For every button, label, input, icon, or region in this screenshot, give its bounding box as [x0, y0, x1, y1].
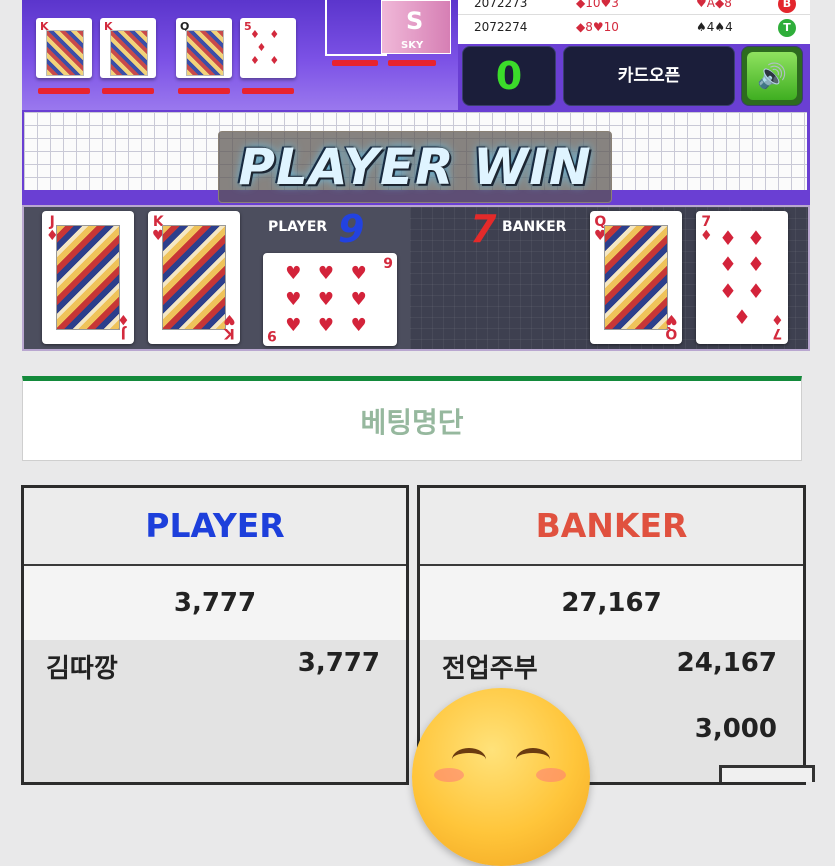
banker-result-badge: B — [778, 0, 796, 13]
table-card: K — [36, 18, 92, 78]
player-label: PLAYER — [268, 219, 328, 235]
pip-pattern: ♦ ♦ ♦ ♦ ♦ — [250, 28, 283, 67]
round-history: 2072273 ◆10♥3 ♥A◆8 B 2072274 ◆8♥10 ♠4♠4 … — [458, 0, 810, 44]
bettor-name: 김따깡 — [46, 654, 118, 684]
player-total: 3,777 — [24, 566, 406, 640]
player-bet-list: 김따깡 3,777 — [24, 640, 406, 782]
eye-icon — [452, 748, 486, 771]
card-slot-marker — [388, 60, 436, 66]
table-top: K K Q 5 ♦ ♦ ♦ ♦ ♦ S SKY — [22, 0, 458, 110]
table-card: Q — [176, 18, 232, 78]
player-card-jack: J ♦ J ♦ — [42, 211, 134, 344]
bettor-name: 전업주부 — [442, 654, 538, 684]
history-row: 2072273 ◆10♥3 ♥A◆8 B — [458, 0, 810, 14]
banker-card-queen: Q ♥ Q ♥ — [590, 211, 682, 344]
player-card-nine: 9 ♥ ♥ ♥ ♥ ♥ ♥ ♥ ♥ ♥ 9 — [263, 253, 397, 346]
betting-list-title: 베팅명단 — [360, 406, 464, 439]
banker-column-header: BANKER — [420, 488, 803, 566]
speaker-icon: 🔊 — [747, 52, 797, 100]
bet-amount: 24,167 — [676, 648, 777, 678]
banker-total: 27,167 — [420, 566, 803, 640]
bet-amount: 3,000 — [694, 714, 777, 744]
sound-toggle-button[interactable]: 🔊 — [741, 46, 803, 106]
banker-card-seven: 7 ♦ ♦ ♦ ♦ ♦ ♦ ♦ ♦ 7 ♦ — [696, 211, 788, 344]
player-bets-column: PLAYER 3,777 김따깡 3,777 — [21, 485, 409, 785]
card-slot-marker — [38, 88, 90, 94]
tie-result-badge: T — [778, 19, 796, 37]
card-slot-marker — [178, 88, 230, 94]
player-score: 9 — [338, 207, 365, 251]
court-face — [186, 30, 224, 76]
sky-card-back: S SKY — [381, 0, 451, 54]
card-shoe-outline — [325, 0, 387, 56]
player-side: J ♦ J ♦ K ♥ K ♥ 9 ♥ ♥ ♥ ♥ ♥ ♥ ♥ ♥ ♥ 9 PLAYER 9 — [24, 207, 410, 349]
court-face — [110, 30, 148, 76]
heart-pips: ♥ ♥ ♥ ♥ ♥ ♥ ♥ ♥ ♥ — [285, 263, 367, 336]
blush-mark — [434, 768, 464, 782]
table-card: 5 ♦ ♦ ♦ ♦ ♦ — [240, 18, 296, 78]
result-board: J ♦ J ♦ K ♥ K ♥ 9 ♥ ♥ ♥ ♥ ♥ ♥ ♥ ♥ ♥ 9 PLAYER 9 7 BAN… — [22, 205, 810, 351]
table-card: K — [100, 18, 156, 78]
court-face — [162, 225, 226, 330]
banker-label: BANKER — [502, 219, 567, 235]
diamond-pips: ♦ ♦ ♦ ♦ ♦ ♦ ♦ — [719, 226, 765, 329]
court-face — [56, 225, 120, 330]
banker-score: 7 — [470, 207, 497, 251]
bet-row: 전업주부 24,167 — [420, 644, 803, 684]
card-slot-marker — [102, 88, 154, 94]
win-banner-text: PLAYER WIN — [238, 138, 592, 196]
court-face — [604, 225, 668, 330]
row-divider — [458, 14, 810, 15]
betting-list-header: 베팅명단 — [22, 376, 802, 461]
card-slot-marker — [332, 60, 378, 66]
bet-amount: 3,777 — [297, 648, 380, 678]
card-open-button[interactable]: 카드오픈 — [563, 46, 735, 106]
win-banner: PLAYER WIN — [218, 131, 612, 203]
card-slot-marker — [242, 88, 294, 94]
bet-row: 김따깡 3,777 — [24, 644, 406, 684]
game-table: K K Q 5 ♦ ♦ ♦ ♦ ♦ S SKY 2072273 ◆10♥3 ♥A… — [22, 0, 810, 351]
history-row: 2072274 ◆8♥10 ♠4♠4 T — [458, 16, 810, 38]
scroll-top-box[interactable] — [719, 765, 815, 782]
smiling-face-emoji-icon — [412, 688, 590, 866]
blush-mark — [536, 768, 566, 782]
player-column-header: PLAYER — [24, 488, 406, 566]
player-card-king: K ♥ K ♥ — [148, 211, 240, 344]
court-face — [46, 30, 84, 76]
card-count-display: 0 — [462, 46, 556, 106]
